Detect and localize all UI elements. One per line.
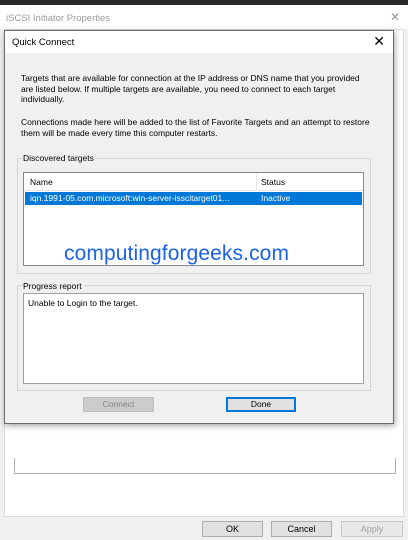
cancel-button[interactable]: Cancel xyxy=(271,521,332,537)
apply-button[interactable]: Apply xyxy=(341,521,403,537)
list-header: Name Status xyxy=(24,173,363,191)
progress-report-text: Unable to Login to the target. xyxy=(28,298,138,308)
ok-button[interactable]: OK xyxy=(202,521,263,537)
dialog-close-icon[interactable]: ✕ xyxy=(373,33,385,50)
parent-titlebar: iSCSI Initiator Properties ✕ xyxy=(0,5,408,29)
progress-report-label: Progress report xyxy=(23,281,84,291)
target-status-cell: Inactive xyxy=(261,193,291,203)
instruction-text-favorites: Connections made here will be added to t… xyxy=(21,117,370,138)
done-button[interactable]: Done xyxy=(226,397,296,412)
dialog-title: Quick Connect xyxy=(12,37,75,48)
progress-report-box: Unable to Login to the target. xyxy=(23,293,364,384)
dialog-titlebar: Quick Connect ✕ xyxy=(5,31,393,53)
parent-close-icon[interactable]: ✕ xyxy=(390,10,400,24)
column-separator[interactable] xyxy=(256,173,257,190)
target-name-cell: iqn.1991-05.com.microsoft:win-server-iss… xyxy=(30,193,230,203)
parent-inner-groupbox xyxy=(14,458,396,474)
watermark-text: computingforgeeks.com xyxy=(64,242,290,265)
column-header-status[interactable]: Status xyxy=(261,177,285,187)
discovered-targets-label: Discovered targets xyxy=(23,153,96,163)
table-row[interactable]: iqn.1991-05.com.microsoft:win-server-iss… xyxy=(25,192,362,205)
parent-window-title: iSCSI Initiator Properties xyxy=(6,13,111,24)
instruction-text-targets: Targets that are available for connectio… xyxy=(21,73,360,104)
connect-button[interactable]: Connect xyxy=(83,397,154,412)
quick-connect-dialog: Quick Connect ✕ Targets that are availab… xyxy=(4,30,394,424)
column-header-name[interactable]: Name xyxy=(30,177,53,187)
